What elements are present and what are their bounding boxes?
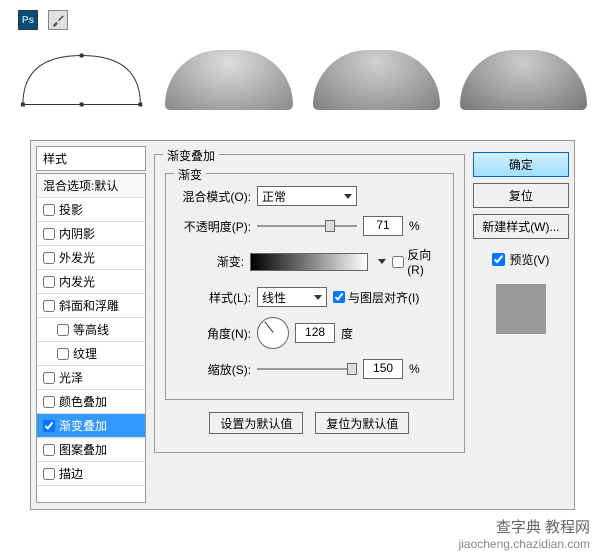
angle-dial[interactable] <box>257 317 289 349</box>
style-default[interactable]: 混合选项:默认 <box>37 174 145 198</box>
style-gradient-overlay[interactable]: 渐变叠加 <box>37 414 145 438</box>
style-contour[interactable]: 等高线 <box>37 318 145 342</box>
style-pattern-overlay[interactable]: 图案叠加 <box>37 438 145 462</box>
style-outer-glow[interactable]: 外发光 <box>37 246 145 270</box>
blend-mode-label: 混合模式(O): <box>176 188 251 205</box>
style-inner-shadow[interactable]: 内阴影 <box>37 222 145 246</box>
gradient-label: 渐变: <box>176 253 244 270</box>
gradient-overlay-title: 渐变叠加 <box>163 147 219 164</box>
align-checkbox[interactable]: 与图层对齐(I) <box>333 289 419 306</box>
style-color-overlay[interactable]: 颜色叠加 <box>37 390 145 414</box>
style-label: 样式(L): <box>176 289 251 306</box>
dome-shape-1 <box>165 50 292 110</box>
style-satin[interactable]: 光泽 <box>37 366 145 390</box>
gradient-inner-group: 渐变 混合模式(O): 正常 不透明度(P): 71 % 渐变: <box>165 173 454 400</box>
shape-previews <box>0 35 605 130</box>
style-select[interactable]: 线性 <box>257 287 327 307</box>
preview-swatch <box>496 284 546 334</box>
dome-shape-2 <box>313 50 440 110</box>
reset-button[interactable]: 复位 <box>473 183 569 208</box>
preview-checkbox[interactable]: 预览(V) <box>473 251 569 268</box>
right-panel: 确定 复位 新建样式(W)... 预览(V) <box>473 146 569 504</box>
style-drop-shadow[interactable]: 投影 <box>37 198 145 222</box>
blend-mode-select[interactable]: 正常 <box>257 186 357 206</box>
new-style-button[interactable]: 新建样式(W)... <box>473 214 569 239</box>
layer-style-dialog: 样式 混合选项:默认 投影 内阴影 外发光 内发光 斜面和浮雕 等高线 纹理 光… <box>30 140 575 510</box>
gradient-fieldset-label: 渐变 <box>174 166 206 183</box>
reset-default-button[interactable]: 复位为默认值 <box>315 412 409 434</box>
angle-label: 角度(N): <box>176 325 251 342</box>
photoshop-icon: Ps <box>18 10 38 30</box>
scale-label: 缩放(S): <box>176 361 251 378</box>
set-default-button[interactable]: 设置为默认值 <box>209 412 303 434</box>
gradient-caret-icon[interactable] <box>378 259 386 264</box>
styles-list: 混合选项:默认 投影 内阴影 外发光 内发光 斜面和浮雕 等高线 纹理 光泽 颜… <box>36 173 146 503</box>
opacity-input[interactable]: 71 <box>363 216 403 236</box>
gradient-overlay-group: 渐变叠加 渐变 混合模式(O): 正常 不透明度(P): 71 % 渐变: <box>154 154 465 453</box>
opacity-slider[interactable] <box>257 225 357 227</box>
opacity-label: 不透明度(P): <box>176 218 251 235</box>
ok-button[interactable]: 确定 <box>473 152 569 177</box>
styles-header: 样式 <box>36 146 146 171</box>
pen-tool-icon <box>48 10 68 30</box>
watermark: 查字典 教程网 jiaocheng.chazidian.com <box>459 516 590 551</box>
scale-suffix: % <box>409 362 420 376</box>
gradient-picker[interactable] <box>250 253 368 271</box>
shape-path-outline <box>18 50 145 110</box>
scale-input[interactable]: 150 <box>363 359 403 379</box>
caret-down-icon <box>344 194 352 199</box>
style-texture[interactable]: 纹理 <box>37 342 145 366</box>
style-stroke[interactable]: 描边 <box>37 462 145 486</box>
style-bevel[interactable]: 斜面和浮雕 <box>37 294 145 318</box>
scale-slider[interactable] <box>257 368 357 370</box>
reverse-checkbox[interactable]: 反向(R) <box>392 246 443 277</box>
opacity-suffix: % <box>409 219 420 233</box>
angle-input[interactable]: 128 <box>295 323 335 343</box>
caret-down-icon <box>314 295 322 300</box>
dome-shape-3 <box>460 50 587 110</box>
styles-panel: 样式 混合选项:默认 投影 内阴影 外发光 内发光 斜面和浮雕 等高线 纹理 光… <box>36 146 146 504</box>
angle-suffix: 度 <box>341 325 353 342</box>
style-inner-glow[interactable]: 内发光 <box>37 270 145 294</box>
center-panel: 渐变叠加 渐变 混合模式(O): 正常 不透明度(P): 71 % 渐变: <box>154 146 465 504</box>
